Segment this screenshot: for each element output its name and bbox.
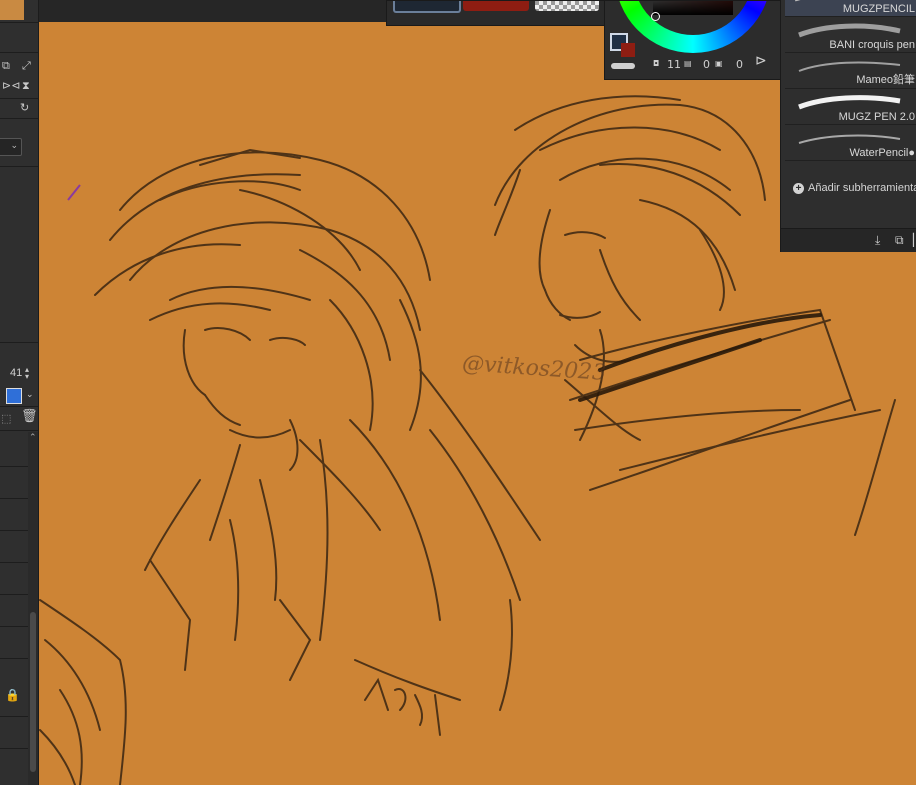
- plus-circle-icon: +: [793, 183, 804, 194]
- dropdown-select[interactable]: ⌄: [0, 138, 22, 156]
- rotate-icon[interactable]: ↻: [20, 102, 29, 113]
- color-mode-toggle[interactable]: [6, 388, 22, 404]
- transform-icon[interactable]: ⧉: [2, 60, 10, 71]
- v-value[interactable]: 0: [736, 58, 743, 71]
- camera-icon[interactable]: ⬚: [1, 413, 11, 424]
- brush-item-mugzpencil[interactable]: MUGZPENCIL: [785, 0, 916, 17]
- brush-panel-footer: ⤓ ⧉ ▏: [781, 228, 916, 252]
- add-subtool-button[interactable]: + Añadir subherramienta: [793, 182, 916, 194]
- brush-subtool-panel: MUGZPENCIL BANI croquis pen Mameo鉛筆 MUGZ…: [780, 0, 916, 252]
- saturation-square[interactable]: [653, 1, 733, 15]
- duplicate-icon[interactable]: ⧉: [895, 233, 904, 248]
- brush-stroke-preview: [798, 23, 901, 38]
- brush-stroke-preview: [798, 95, 901, 110]
- brush-stroke-preview: [798, 134, 901, 144]
- fit-icon[interactable]: ⤢: [22, 60, 31, 71]
- brush-item-mameo[interactable]: Mameo鉛筆: [785, 53, 916, 89]
- import-icon[interactable]: ⤓: [875, 233, 880, 248]
- add-subtool-label: Añadir subherramienta: [808, 182, 916, 194]
- flip-horizontal-icon[interactable]: ⊳⊲: [2, 80, 20, 91]
- chevron-down-icon: ⌄: [10, 140, 18, 150]
- scroll-up-icon[interactable]: ⌃: [29, 432, 37, 443]
- transparent-color-icon[interactable]: [611, 63, 635, 69]
- color-swatch-red[interactable]: [463, 1, 529, 11]
- trash-icon[interactable]: 🗑: [21, 410, 38, 423]
- sub-color-square[interactable]: [621, 43, 635, 57]
- h-value[interactable]: 11: [667, 58, 681, 71]
- color-wheel-panel: ◘ 11 ▤ 0 ▣ 0 ⊳: [604, 0, 782, 80]
- v-icon: ▣: [715, 59, 723, 68]
- chevron-down-icon[interactable]: ⌄: [26, 390, 34, 401]
- brush-item-bani-croquis[interactable]: BANI croquis pen: [785, 17, 916, 53]
- play-icon[interactable]: ⊳: [755, 53, 767, 69]
- scrollbar-thumb[interactable]: [30, 612, 36, 772]
- thumbnail-preview[interactable]: [0, 0, 24, 20]
- stepper-icon[interactable]: ▴ ▾: [25, 366, 29, 381]
- brush-item-waterpencil[interactable]: WaterPencil●: [785, 125, 916, 161]
- color-swatch-dark[interactable]: [393, 1, 461, 13]
- lock-icon[interactable]: 🔒: [5, 689, 20, 701]
- flip-vertical-icon[interactable]: ⧗: [22, 80, 30, 91]
- size-value[interactable]: 41: [10, 367, 22, 379]
- brush-item-mugz-pen[interactable]: MUGZ PEN 2.0: [785, 89, 916, 125]
- h-icon: ◘: [653, 59, 660, 68]
- left-tool-panel: ⧉ ⤢ ⊳⊲ ⧗ ↻ ⌄ 41 ▴ ▾ ⌄ ⬚ 🗑 ⌃ 🔒: [0, 0, 39, 785]
- color-history-bar: [386, 0, 606, 26]
- s-value[interactable]: 0: [703, 58, 710, 71]
- s-icon: ▤: [684, 59, 692, 68]
- scrollbar-track[interactable]: ⌃: [28, 432, 38, 785]
- color-picker-cursor[interactable]: [651, 12, 660, 21]
- stray-stroke: [67, 184, 81, 201]
- color-swatch-transparent[interactable]: [535, 1, 599, 11]
- color-wheel[interactable]: [615, 1, 771, 53]
